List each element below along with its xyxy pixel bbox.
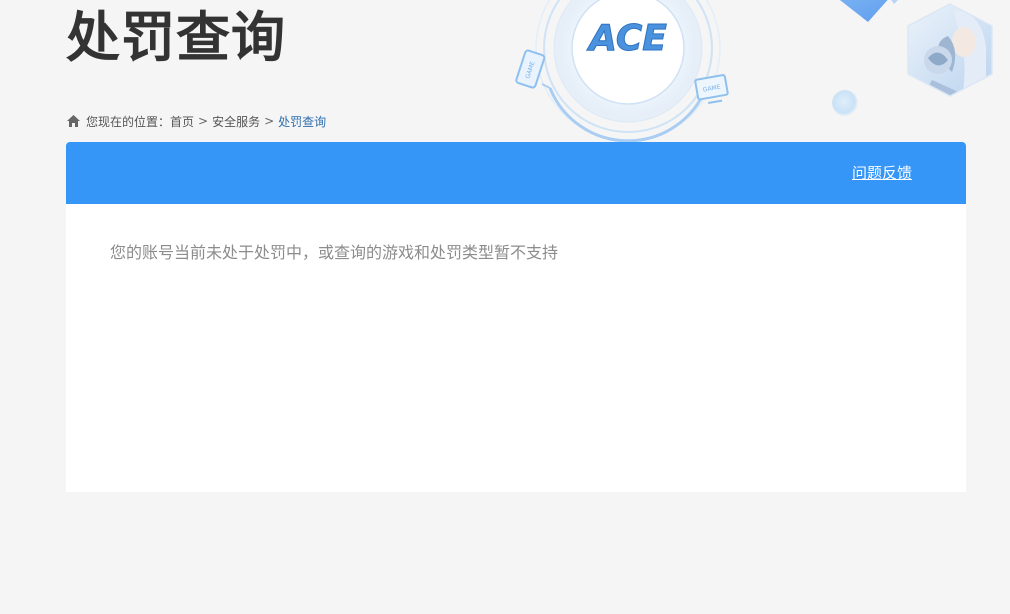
breadcrumb-separator: > (264, 114, 275, 128)
monitor-game-icon: GAME (694, 74, 729, 105)
phone-game-icon: GAME (515, 49, 546, 89)
breadcrumb-item-security-services[interactable]: 安全服务 (212, 113, 260, 130)
breadcrumb-item-current: 处罚查询 (278, 114, 327, 129)
breadcrumb-prefix: 您现在的位置： (86, 114, 171, 129)
page-title: 处罚查询 (66, 6, 286, 69)
panel-header: 问题反馈 (66, 142, 966, 204)
avatar (907, 3, 993, 97)
decorative-chevron-shape (839, 0, 898, 22)
status-message: 您的账号当前未处于处罚中，或查询的游戏和处罚类型暂不支持 (110, 243, 559, 262)
breadcrumb-separator: > (198, 114, 209, 128)
breadcrumb: 您现在的位置： 首页 > 安全服务 > 处罚查询 (66, 112, 326, 130)
decorative-dot (832, 90, 858, 116)
breadcrumb-item-home[interactable]: 首页 (170, 113, 194, 130)
home-icon (67, 115, 80, 127)
feedback-link[interactable]: 问题反馈 (852, 162, 912, 183)
result-panel: 问题反馈 您的账号当前未处于处罚中，或查询的游戏和处罚类型暂不支持 (66, 142, 966, 492)
ace-logo-text: ACE (586, 18, 667, 59)
panel-body: 您的账号当前未处于处罚中，或查询的游戏和处罚类型暂不支持 (66, 204, 966, 302)
